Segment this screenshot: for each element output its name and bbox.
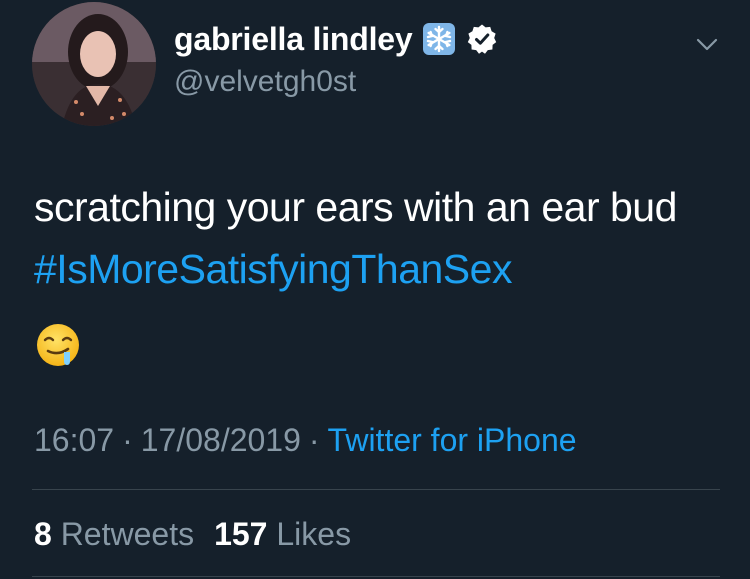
chevron-down-icon[interactable] [694, 32, 720, 58]
drooling-face-emoji [34, 321, 82, 369]
divider [32, 489, 720, 490]
hashtag-link[interactable]: #IsMoreSatisfyingThanSex [34, 246, 512, 292]
tweet-detail: gabriella lindley @velvetgh0st scratchin… [0, 0, 750, 579]
meta-separator: · [122, 422, 133, 458]
display-name[interactable]: gabriella lindley [174, 18, 413, 60]
divider [32, 576, 720, 577]
meta-separator: · [308, 422, 320, 458]
tweet-date: 17/08/2019 [140, 422, 301, 458]
retweets-count: 8 [34, 516, 52, 552]
tweet-text: scratching your ears with an ear bud #Is… [34, 176, 724, 300]
name-row: gabriella lindley [174, 18, 498, 60]
tweet-body: scratching your ears with an ear bud [34, 184, 677, 230]
verified-badge-icon [466, 23, 498, 55]
likes-label: Likes [276, 516, 352, 552]
snowflake-icon [422, 22, 456, 56]
likes-stat[interactable]: 157 Likes [214, 516, 351, 552]
tweet-stats: 8 Retweets 157 Likes [34, 512, 351, 556]
likes-count: 157 [214, 516, 268, 552]
tweet-meta: 16:07 · 17/08/2019 · Twitter for iPhone [34, 418, 577, 462]
tweet-source-link[interactable]: Twitter for iPhone [328, 422, 577, 458]
avatar[interactable] [32, 2, 156, 126]
user-handle[interactable]: @velvetgh0st [174, 64, 356, 100]
tweet-time: 16:07 [34, 422, 115, 458]
retweets-label: Retweets [60, 516, 195, 552]
retweets-stat[interactable]: 8 Retweets [34, 516, 194, 552]
